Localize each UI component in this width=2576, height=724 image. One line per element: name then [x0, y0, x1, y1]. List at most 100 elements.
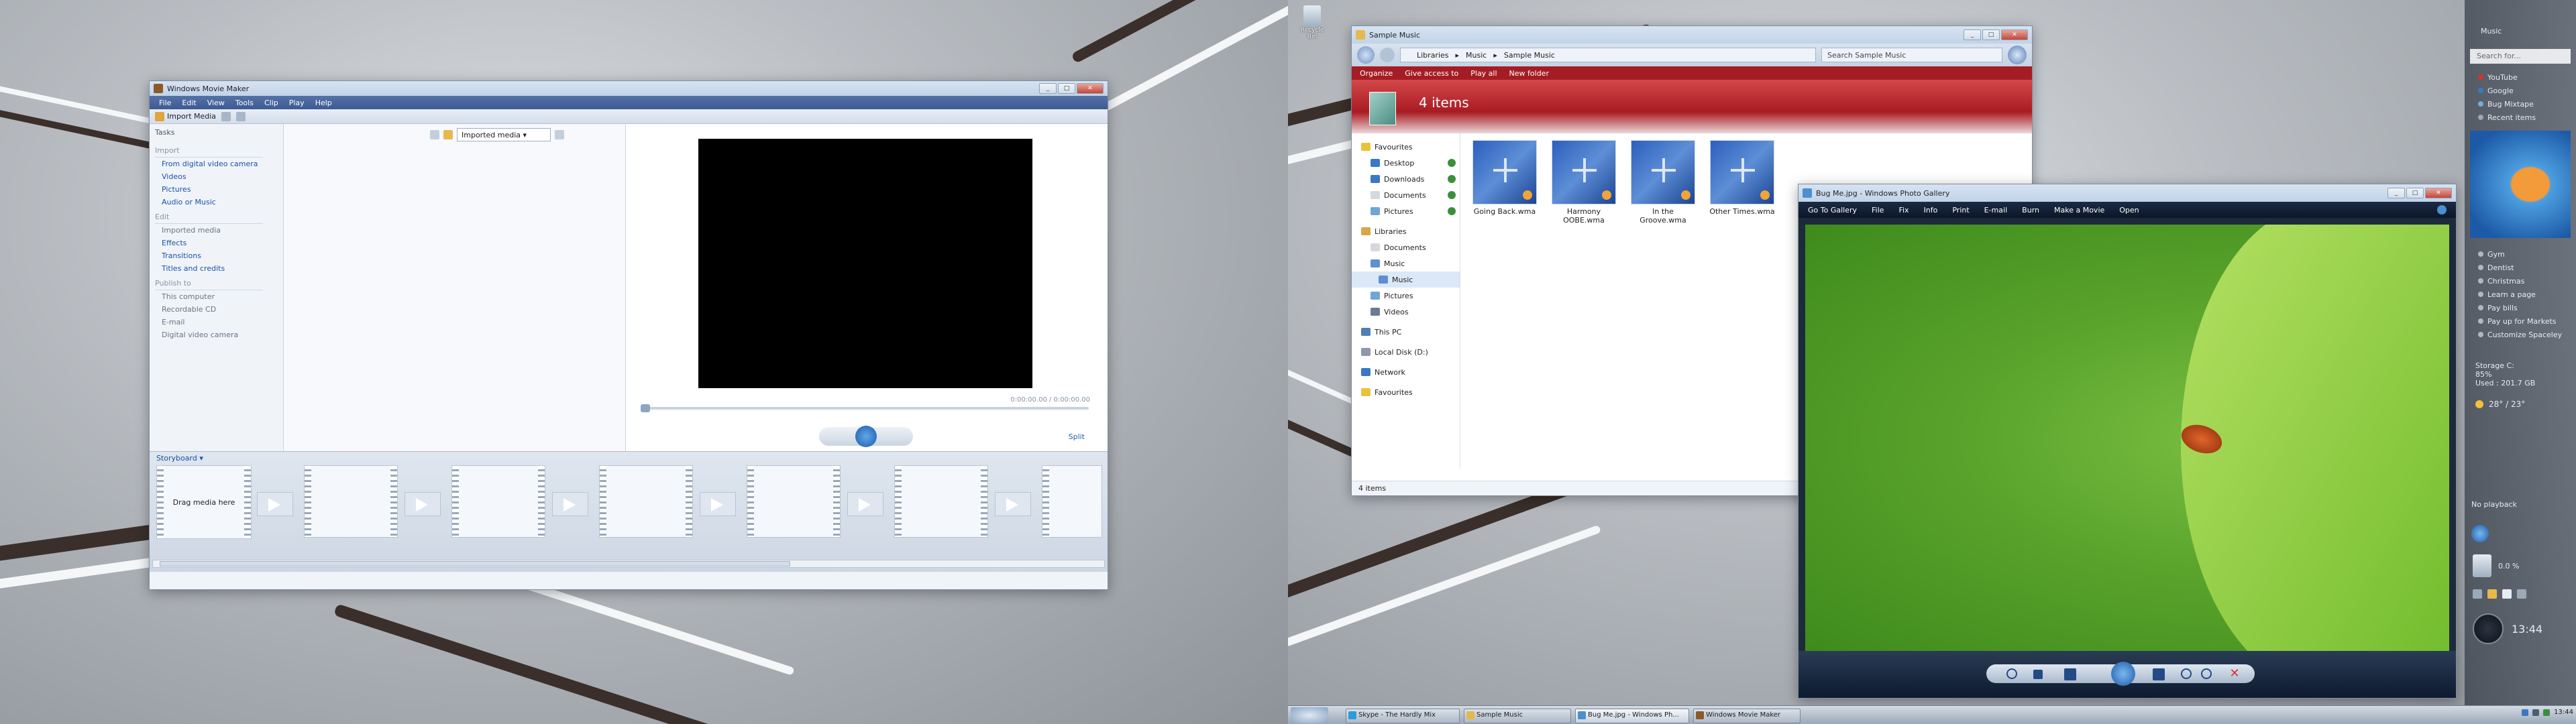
actual-size-icon[interactable]: [2033, 670, 2043, 679]
folder-icon[interactable]: [2487, 589, 2497, 599]
task-link-transitions[interactable]: Transitions: [150, 249, 283, 262]
note-gym[interactable]: Gym: [2465, 247, 2576, 261]
give-access-menu[interactable]: Give access to: [1405, 69, 1458, 78]
note-dentist[interactable]: Dentist: [2465, 261, 2576, 274]
eject-icon[interactable]: [2473, 589, 2482, 599]
delete-icon[interactable]: ✕: [2228, 667, 2241, 680]
transition-cell[interactable]: [700, 492, 736, 516]
transition-cell[interactable]: [257, 492, 293, 516]
task-link-audio[interactable]: Audio or Music: [150, 196, 283, 208]
sidebar-search[interactable]: Search for...: [2470, 49, 2571, 64]
taskbar-button-photo[interactable]: Bug Me.jpg - Windows Ph...: [1575, 709, 1689, 723]
task-link-from-camera[interactable]: From digital video camera: [150, 158, 283, 170]
mail-icon[interactable]: [2502, 589, 2512, 599]
nav-lib-documents[interactable]: Documents: [1352, 239, 1460, 255]
note-pay-bills[interactable]: Pay bills: [2465, 301, 2576, 314]
menu-help[interactable]: Help: [315, 99, 332, 107]
burn-menu[interactable]: Burn: [2022, 206, 2039, 215]
menu-clip[interactable]: Clip: [264, 99, 278, 107]
back-button[interactable]: [1357, 46, 1375, 64]
zoom-icon[interactable]: [2006, 668, 2017, 679]
file-item[interactable]: In the Groove.wma: [1629, 140, 1697, 225]
note-pay-markets[interactable]: Pay up for Markets: [2465, 314, 2576, 328]
storyboard-scrollbar[interactable]: [152, 560, 1105, 568]
nav-lib-videos[interactable]: Videos: [1352, 304, 1460, 320]
slideshow-button[interactable]: [2111, 662, 2135, 686]
media-play-button[interactable]: [2471, 525, 2489, 542]
close-button[interactable]: ✕: [2425, 188, 2452, 198]
nav-desktop[interactable]: Desktop: [1352, 155, 1460, 171]
close-button[interactable]: ✕: [2001, 29, 2028, 40]
menu-edit[interactable]: Edit: [182, 99, 196, 107]
nav-lib-music[interactable]: Music: [1352, 255, 1460, 272]
maximize-button[interactable]: □: [2406, 188, 2424, 198]
sidebar-folder[interactable]: Music: [2465, 0, 2576, 36]
task-link-titles[interactable]: Titles and credits: [150, 262, 283, 275]
note-learn[interactable]: Learn a page: [2465, 288, 2576, 301]
transition-cell[interactable]: [552, 492, 588, 516]
nav-libraries[interactable]: Libraries: [1352, 223, 1460, 239]
search-input[interactable]: Search Sample Music: [1821, 48, 2002, 62]
file-item[interactable]: Other Times.wma: [1709, 140, 1776, 216]
nav-favourites[interactable]: Favourites: [1352, 139, 1460, 155]
feed-google[interactable]: Google: [2465, 84, 2576, 97]
power-icon[interactable]: [2543, 709, 2551, 716]
taskbar-button-moviemaker[interactable]: Windows Movie Maker: [1693, 709, 1801, 723]
task-link-effects[interactable]: Effects: [150, 237, 283, 249]
transition-cell[interactable]: [405, 492, 441, 516]
movie-maker-titlebar[interactable]: Windows Movie Maker _ □ ✕: [150, 81, 1108, 96]
file-item[interactable]: Going Back.wma: [1471, 140, 1538, 216]
close-button[interactable]: ✕: [1077, 83, 1104, 94]
view-options-icon[interactable]: [555, 130, 564, 139]
rotate-right-icon[interactable]: [2201, 668, 2212, 679]
nav-local-disk[interactable]: Local Disk (D:): [1352, 344, 1460, 360]
explorer-titlebar[interactable]: Sample Music _ □ ✕: [1352, 26, 2032, 44]
forward-button[interactable]: [1380, 48, 1395, 62]
minimize-button[interactable]: _: [2387, 188, 2405, 198]
task-link-this-computer[interactable]: This computer: [150, 290, 283, 303]
next-button[interactable]: [2153, 668, 2165, 680]
fix-button[interactable]: Fix: [1898, 206, 1909, 215]
storyboard-cell[interactable]: [894, 465, 988, 538]
split-button[interactable]: Split: [1069, 432, 1085, 441]
storyboard-cell[interactable]: [1042, 465, 1102, 538]
nav-this-pc[interactable]: This PC: [1352, 324, 1460, 340]
go-to-gallery-button[interactable]: Go To Gallery: [1808, 206, 1857, 215]
info-button[interactable]: Info: [1924, 206, 1938, 215]
task-link-dv-camera[interactable]: Digital video camera: [150, 328, 283, 341]
taskbar-button-explorer[interactable]: Sample Music: [1464, 709, 1571, 723]
recycle-bin[interactable]: Recycle Bin: [1296, 5, 1328, 40]
previous-button[interactable]: [2064, 668, 2076, 680]
nav-downloads[interactable]: Downloads: [1352, 171, 1460, 187]
volume-icon[interactable]: [2532, 709, 2540, 716]
make-movie-button[interactable]: Make a Movie: [2054, 206, 2104, 215]
nav-lib-pictures[interactable]: Pictures: [1352, 288, 1460, 304]
breadcrumb[interactable]: Libraries ▸ Music ▸ Sample Music: [1400, 48, 1816, 62]
photo-gallery-titlebar[interactable]: Bug Me.jpg - Windows Photo Gallery _ □ ✕: [1799, 184, 2456, 202]
tray-clock[interactable]: 13:44: [2554, 709, 2573, 716]
organize-menu[interactable]: Organize: [1360, 69, 1393, 78]
nav-pictures[interactable]: Pictures: [1352, 203, 1460, 219]
storyboard-toggle[interactable]: Storyboard ▾: [156, 454, 203, 463]
maximize-button[interactable]: □: [1982, 29, 2000, 40]
storyboard-cell[interactable]: [747, 465, 841, 538]
file-menu[interactable]: File: [1872, 206, 1884, 215]
minimize-button[interactable]: _: [1964, 29, 1981, 40]
task-link-recordable-cd[interactable]: Recordable CD: [150, 303, 283, 316]
task-link-videos[interactable]: Videos: [150, 170, 283, 183]
note-christmas[interactable]: Christmas: [2465, 274, 2576, 288]
nav-favourites-2[interactable]: Favourites: [1352, 384, 1460, 400]
menu-tools[interactable]: Tools: [235, 99, 254, 107]
storyboard-cell[interactable]: [451, 465, 545, 538]
note-customize[interactable]: Customize Spaceley: [2465, 328, 2576, 341]
transition-cell[interactable]: [995, 492, 1031, 516]
feed-bug[interactable]: Bug Mixtape: [2465, 97, 2576, 111]
print-menu[interactable]: Print: [1952, 206, 1969, 215]
start-button[interactable]: [1291, 707, 1328, 723]
seek-bar[interactable]: [642, 407, 1089, 410]
task-link-email[interactable]: E-mail: [150, 316, 283, 328]
feed-youtube[interactable]: YouTube: [2465, 70, 2576, 84]
menu-file[interactable]: File: [159, 99, 171, 107]
network-tray-icon[interactable]: [2522, 709, 2529, 716]
play-all-button[interactable]: Play all: [1470, 69, 1497, 78]
